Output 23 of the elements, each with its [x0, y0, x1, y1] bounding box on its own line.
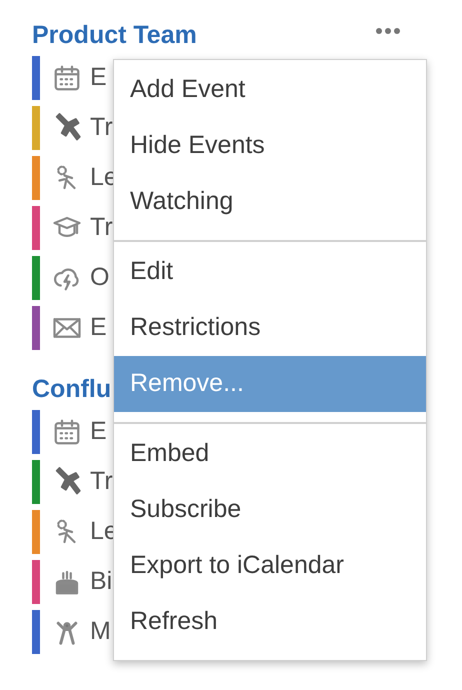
- calendar-title[interactable]: Product Team: [32, 17, 197, 55]
- menu-item[interactable]: Hide Events: [114, 118, 426, 174]
- calendar-name[interactable]: M: [90, 613, 111, 651]
- calendar-name[interactable]: E: [90, 309, 107, 347]
- calendar-name[interactable]: Tr: [90, 209, 113, 247]
- calendar-name[interactable]: Tr: [90, 463, 113, 501]
- calendar-title[interactable]: Conflu: [32, 371, 112, 409]
- menu-item[interactable]: Watching: [114, 174, 426, 230]
- menu-item[interactable]: Embed: [114, 426, 426, 482]
- calendar-name[interactable]: Tr: [90, 109, 113, 147]
- more-button[interactable]: [374, 26, 402, 36]
- menu-item[interactable]: Restrictions: [114, 300, 426, 356]
- calendar-icon: [52, 63, 82, 93]
- calendar-name[interactable]: E: [90, 413, 107, 451]
- calendar-icon: [52, 417, 82, 447]
- calendar-name[interactable]: Bi: [90, 563, 112, 601]
- menu-item[interactable]: Add Event: [114, 62, 426, 118]
- menu-item[interactable]: Subscribe: [114, 482, 426, 538]
- calendar-name[interactable]: O: [90, 259, 110, 297]
- menu-item[interactable]: Refresh: [114, 594, 426, 650]
- calendar-name[interactable]: E: [90, 59, 107, 97]
- menu-item[interactable]: Edit: [114, 244, 426, 300]
- menu-item[interactable]: Export to iCalendar: [114, 538, 426, 594]
